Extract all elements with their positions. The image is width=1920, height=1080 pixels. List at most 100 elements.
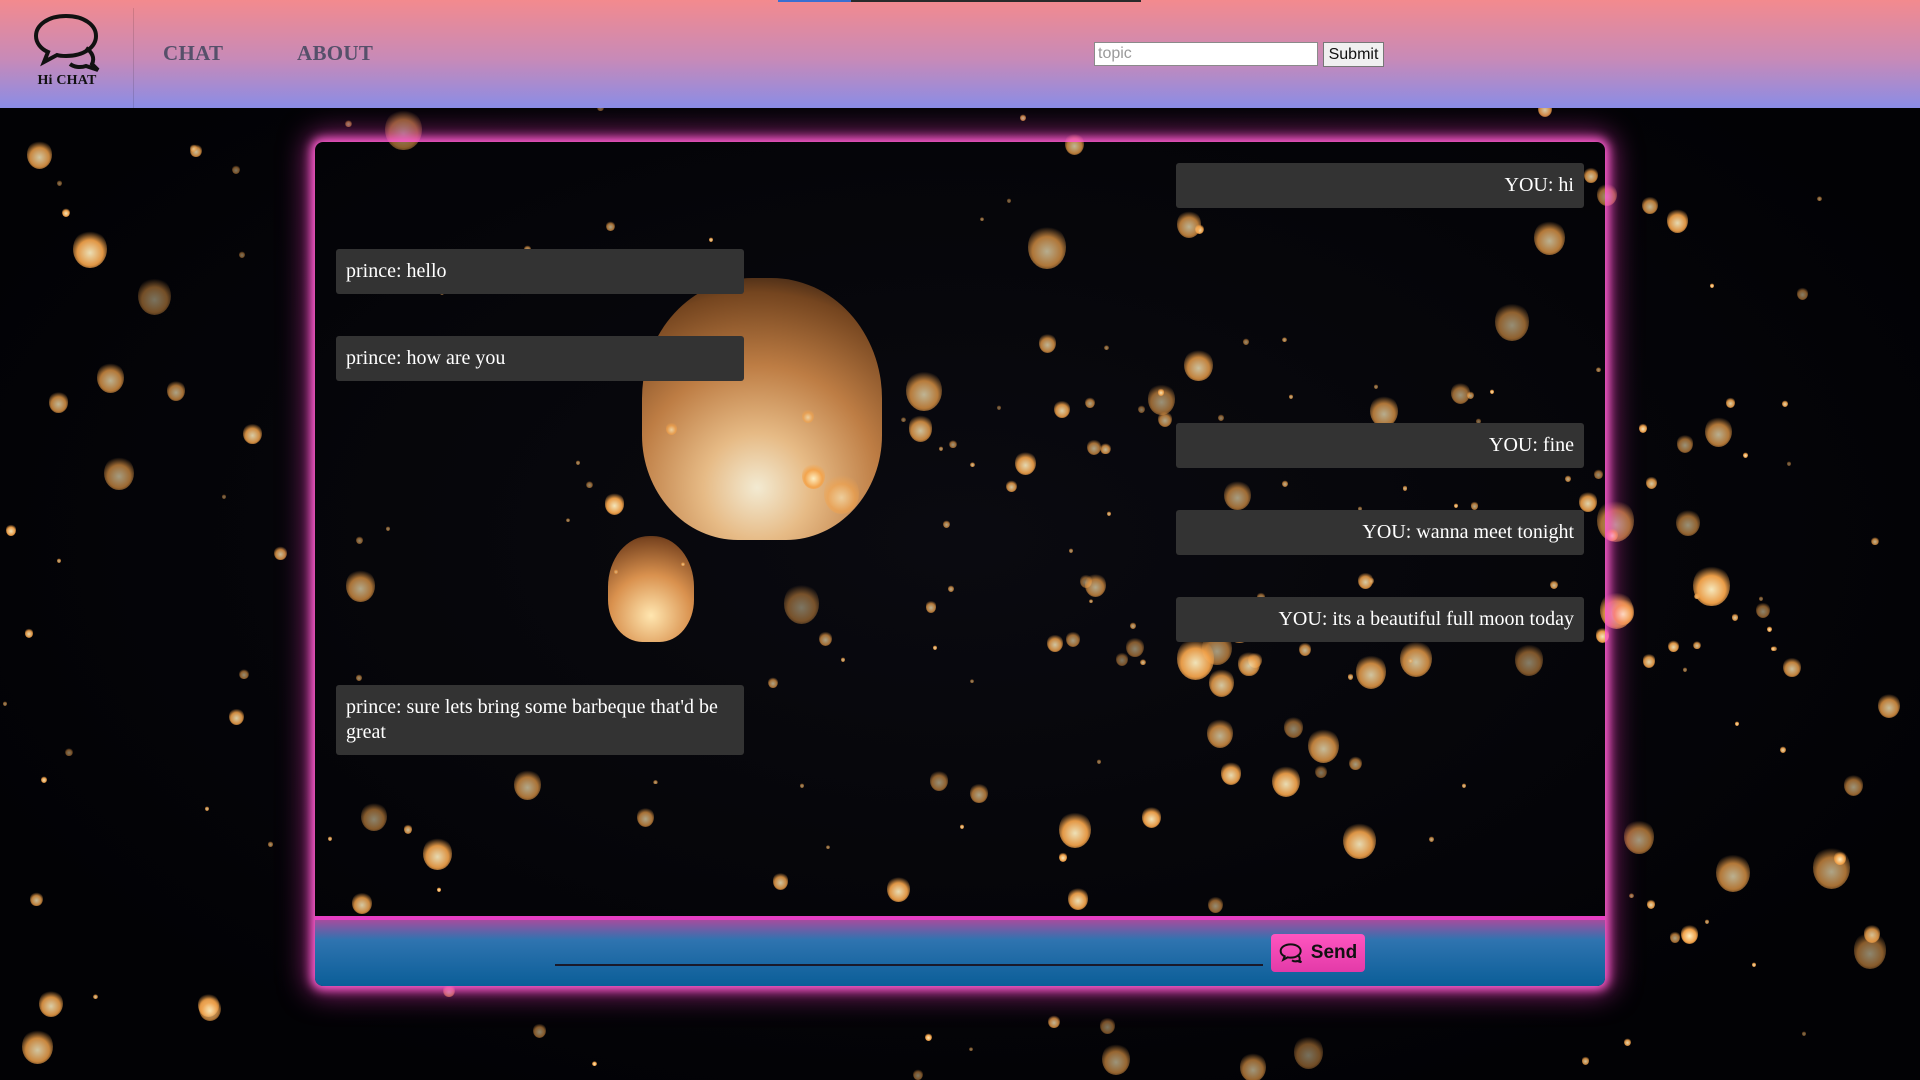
lantern-light (533, 1023, 547, 1039)
lantern-light (104, 456, 134, 491)
message-bubble: YOU: its a beautiful full moon today (1176, 597, 1584, 642)
lantern-light (1293, 1034, 1324, 1069)
nav-about-link[interactable]: ABOUT (297, 41, 373, 66)
lantern-light (56, 179, 63, 187)
lantern-light (1779, 745, 1787, 754)
lantern-light (239, 668, 249, 680)
header-divider (133, 8, 134, 108)
lantern-light (1786, 461, 1792, 467)
lantern-light (1676, 434, 1693, 453)
lantern-light (62, 207, 71, 217)
topic-input[interactable] (1094, 42, 1318, 66)
lantern-light (1771, 645, 1776, 651)
lantern-light (1751, 962, 1756, 968)
message-composer: Send (315, 916, 1605, 986)
lantern-light (198, 996, 221, 1022)
lantern-light (1642, 653, 1655, 668)
lantern-light (1877, 692, 1900, 719)
lantern-light (274, 545, 287, 561)
message-bubble: YOU: wanna meet tonight (1176, 510, 1584, 555)
lantern-light (24, 628, 34, 638)
message-input[interactable] (555, 940, 1263, 966)
lantern-light (1817, 195, 1822, 201)
lantern-light (268, 841, 273, 847)
lantern-light (1670, 931, 1680, 943)
lantern-light (1624, 1038, 1632, 1047)
loading-progress-bar (778, 0, 1141, 2)
lantern-light (1710, 283, 1715, 289)
lantern-light (1680, 924, 1698, 944)
lantern-light (1843, 774, 1863, 796)
lantern-light (238, 250, 245, 258)
lantern-light (21, 1028, 53, 1065)
lantern-light (167, 380, 186, 402)
lantern-light (1731, 613, 1739, 621)
message-bubble: YOU: fine (1176, 423, 1584, 468)
lantern-light (1100, 1016, 1115, 1034)
lantern-light (1667, 208, 1689, 233)
lantern-light (27, 139, 53, 169)
lantern-light (1019, 114, 1026, 121)
loading-progress-fill (778, 0, 851, 2)
lantern-light (1758, 596, 1763, 601)
nav-chat-link[interactable]: CHAT (163, 41, 223, 66)
lantern-light (1646, 899, 1655, 909)
lantern-light (1240, 1051, 1267, 1080)
lantern-light (1871, 536, 1879, 546)
lantern-light (1802, 1030, 1807, 1036)
lantern-light (65, 747, 73, 757)
lantern-light (1782, 656, 1801, 678)
lantern-light (73, 229, 107, 269)
lantern-light (1781, 400, 1788, 408)
lantern-light (1734, 721, 1739, 726)
lantern-light (56, 558, 61, 563)
lantern-light (1766, 626, 1773, 633)
lantern-light (1682, 666, 1687, 672)
lantern-light (205, 806, 210, 811)
lantern-light (49, 391, 68, 413)
lantern-light (41, 775, 48, 783)
lantern-light (6, 523, 17, 536)
lantern-light (231, 164, 240, 174)
message-bubble: YOU: hi (1176, 163, 1584, 208)
lantern-light (38, 989, 63, 1018)
lantern-light (1676, 509, 1700, 537)
submit-button[interactable]: Submit (1323, 42, 1384, 67)
lantern-light (1048, 1014, 1061, 1029)
lantern-light (1833, 851, 1846, 865)
lantern-light (1853, 931, 1887, 969)
lantern-light (1813, 845, 1851, 889)
app-logo[interactable]: Hi CHAT (28, 12, 106, 94)
lantern-light (243, 422, 262, 445)
top-header: Hi CHAT CHAT ABOUT Submit (0, 0, 1920, 108)
chat-bubbles-icon (33, 13, 100, 72)
lantern-light (1641, 195, 1658, 214)
lantern-light (30, 891, 43, 906)
lantern-light (1668, 639, 1679, 652)
lantern-light (3, 701, 7, 707)
send-button[interactable]: Send (1271, 934, 1365, 972)
lantern-light (1742, 451, 1749, 459)
send-button-label: Send (1310, 942, 1358, 963)
lantern-light (925, 1033, 933, 1042)
lantern-light (969, 1046, 974, 1052)
lantern-light (1581, 1056, 1589, 1065)
lantern-light (1704, 415, 1733, 447)
lantern-light (137, 276, 172, 316)
chat-bubbles-icon (1279, 943, 1302, 963)
lantern-light (1606, 527, 1618, 542)
lantern-light (1623, 819, 1654, 854)
lantern-light (1756, 601, 1771, 619)
chat-panel: YOU: hi prince: hello prince: how are yo… (315, 142, 1605, 986)
lantern-light (592, 1060, 597, 1066)
logo-text: Hi CHAT (37, 73, 97, 88)
lantern-light (1725, 396, 1736, 408)
lantern-light (913, 1068, 924, 1080)
message-bubble: prince: sure lets bring some barbeque th… (336, 685, 744, 755)
lantern-light (229, 708, 244, 726)
lantern-light (345, 119, 352, 128)
lantern-light (97, 361, 125, 393)
message-bubble: prince: how are you (336, 336, 744, 381)
lantern-light (93, 994, 98, 1000)
lantern-light (1693, 564, 1730, 607)
